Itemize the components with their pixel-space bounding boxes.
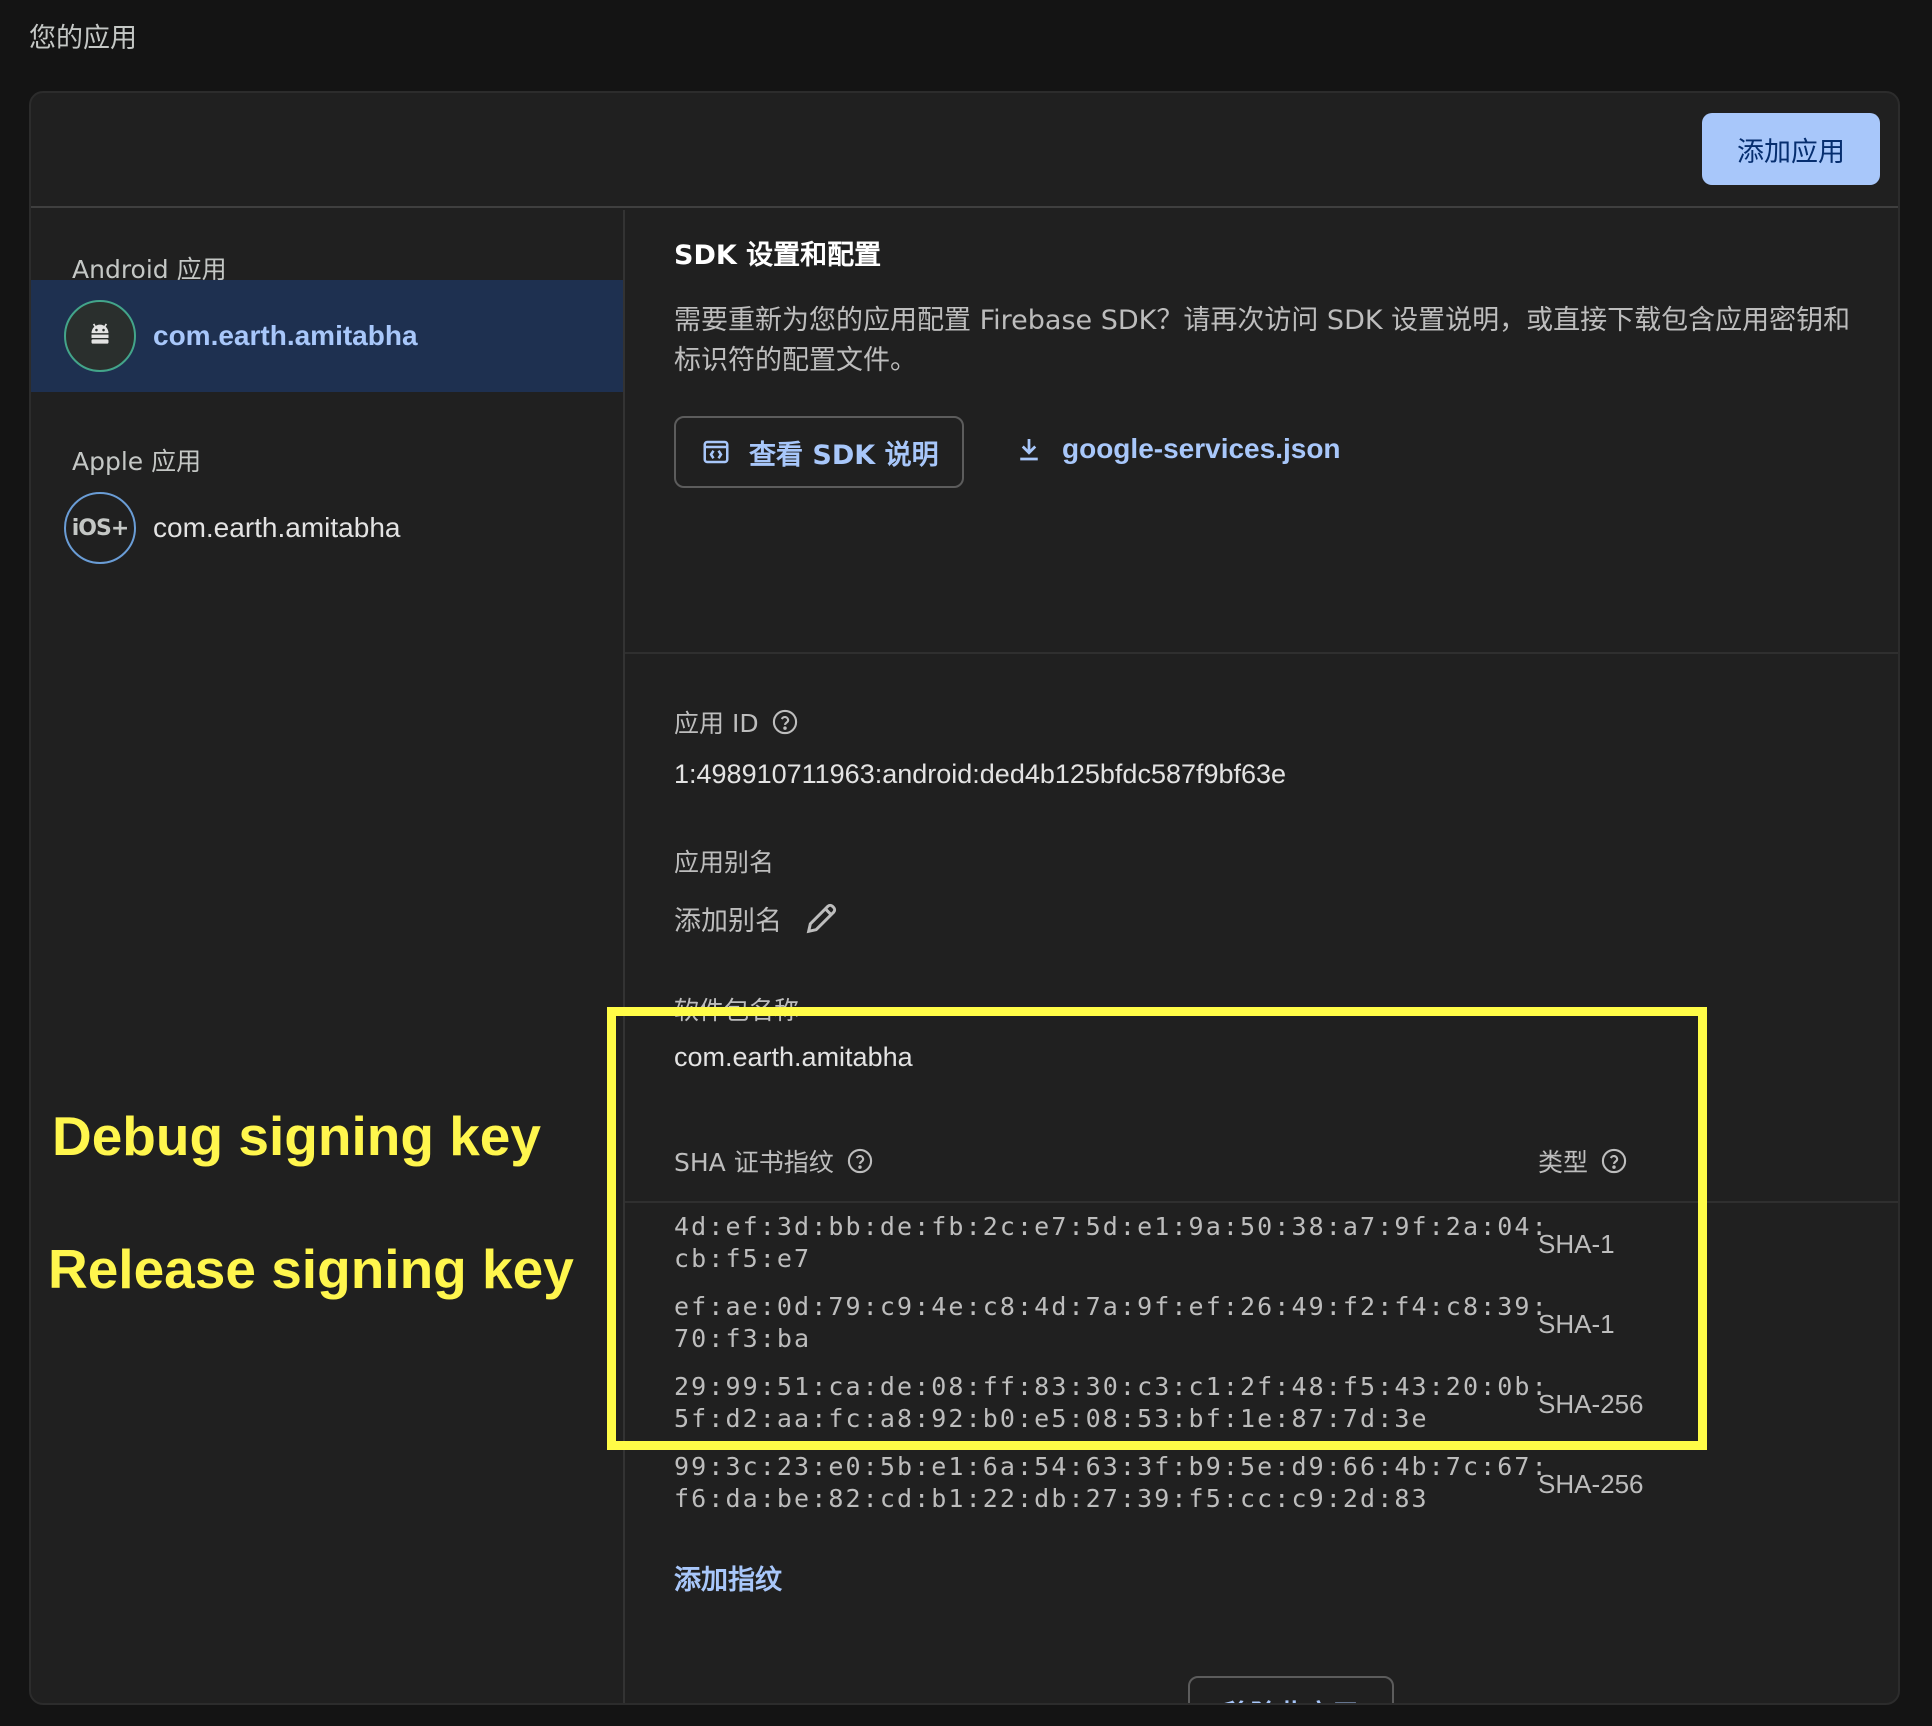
add-app-button[interactable]: 添加应用 — [1702, 113, 1880, 185]
apple-app-name: com.earth.amitabha — [153, 512, 401, 543]
download-icon — [1014, 434, 1044, 464]
debug-key-annotation: Debug signing key — [52, 1105, 541, 1167]
android-app-name: com.earth.amitabha — [153, 320, 418, 351]
remove-app-button[interactable]: 移除此应用 — [1188, 1676, 1394, 1703]
apps-panel: 添加应用 Android 应用 com.earth.amitabha Apple… — [29, 91, 1900, 1705]
alias-label: 应用别名 — [674, 848, 775, 877]
sha-highlight-box — [607, 1007, 1707, 1450]
sdk-section-title: SDK 设置和配置 — [674, 240, 882, 271]
app-id-label: 应用 ID — [674, 704, 799, 740]
panel-header: 添加应用 — [31, 93, 1898, 208]
app-details: SDK 设置和配置 需要重新为您的应用配置 Firebase SDK？请再次访问… — [625, 210, 1898, 1703]
code-window-icon — [701, 437, 731, 467]
download-config-label: google-services.json — [1062, 433, 1341, 464]
android-icon — [64, 300, 136, 372]
sdk-description: 需要重新为您的应用配置 Firebase SDK？请再次访问 SDK 设置说明，… — [674, 305, 1851, 376]
add-fingerprint-link[interactable]: 添加指纹 — [674, 1558, 782, 1597]
release-key-annotation: Release signing key — [48, 1238, 574, 1300]
app-sidebar: Android 应用 com.earth.amitabha Apple 应用 i… — [31, 210, 625, 1703]
sha-fingerprint: 99:3c:23:e0:5b:e1:6a:54:63:3f:b9:5e:d9:6… — [674, 1452, 1549, 1513]
view-sdk-instructions-button[interactable]: 查看 SDK 说明 — [674, 416, 964, 488]
page-title: 您的应用 — [29, 23, 137, 53]
android-robot-icon — [91, 323, 109, 344]
ios-icon: iOS+ — [64, 492, 136, 564]
view-sdk-label: 查看 SDK 说明 — [749, 439, 939, 471]
app-id-value: 1:498910711963:android:ded4b125bfdc587f9… — [674, 759, 1287, 789]
alias-placeholder[interactable]: 添加别名 — [674, 899, 782, 938]
edit-icon[interactable] — [802, 898, 842, 938]
download-config-link[interactable]: google-services.json — [1014, 433, 1341, 465]
section-divider — [625, 652, 1898, 654]
sidebar-item-android-app[interactable]: com.earth.amitabha — [31, 280, 623, 392]
app-id-label-text: 应用 ID — [674, 709, 759, 738]
alias-row[interactable]: 添加别名 — [674, 898, 842, 938]
sha-row: 99:3c:23:e0:5b:e1:6a:54:63:3f:b9:5e:d9:6… — [674, 1451, 1854, 1531]
help-icon[interactable] — [771, 708, 799, 736]
sidebar-item-apple-app[interactable]: iOS+ com.earth.amitabha — [31, 472, 623, 584]
sha-type: SHA-256 — [1538, 1469, 1644, 1499]
